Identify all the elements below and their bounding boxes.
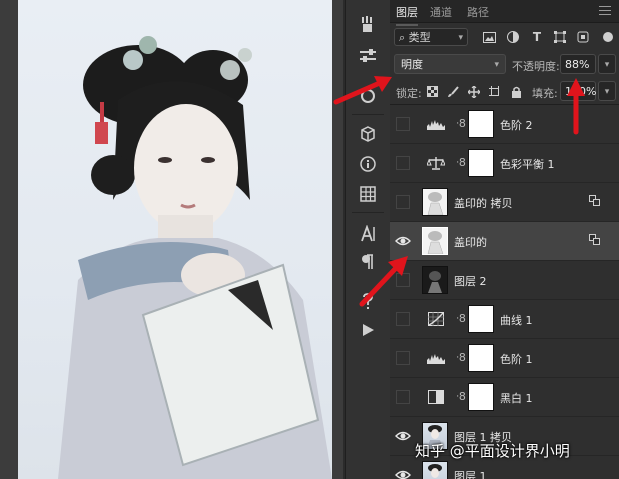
grid-icon[interactable]: [354, 182, 382, 206]
link-icon[interactable]: ᐧ8: [456, 390, 466, 403]
layer-name[interactable]: 曲线 1: [500, 312, 533, 328]
layer-row[interactable]: 图层 2: [390, 261, 619, 300]
smart-object-filter-icon[interactable]: [576, 30, 590, 44]
layer-mask-thumbnail[interactable]: [468, 110, 494, 138]
adjust-sliders-icon[interactable]: [354, 44, 382, 68]
image-filter-icon[interactable]: [482, 30, 496, 44]
chevron-down-icon: ▾: [494, 60, 499, 70]
layer-row[interactable]: ᐧ8 曲线 1: [390, 300, 619, 339]
blend-mode-select[interactable]: 明度 ▾: [394, 54, 506, 74]
visibility-toggle[interactable]: [396, 351, 410, 365]
layer-filter-select[interactable]: ⌕ 类型 ▾: [394, 28, 468, 46]
layer-name[interactable]: 色彩平衡 1: [500, 156, 555, 172]
tool-divider: [352, 212, 384, 213]
layer-name[interactable]: 色阶 2: [500, 117, 533, 133]
tab-paths[interactable]: 路径: [467, 4, 489, 20]
character-icon[interactable]: [354, 222, 382, 246]
filter-toggle-switch[interactable]: [603, 32, 613, 42]
layer-row[interactable]: 盖印的 拷贝: [390, 183, 619, 222]
lock-artboard-icon[interactable]: [488, 85, 501, 98]
blend-mode-value: 明度: [401, 58, 423, 71]
layer-row[interactable]: ᐧ8 色阶 1: [390, 339, 619, 378]
annotation-arrow-icon: [359, 256, 408, 307]
eye-icon[interactable]: [395, 468, 411, 479]
tool-divider: [352, 114, 384, 115]
opacity-dropdown-button[interactable]: ▾: [598, 54, 616, 74]
type-filter-icon[interactable]: T: [530, 30, 544, 44]
visibility-toggle[interactable]: [396, 312, 410, 326]
layer-name[interactable]: 图层 1: [454, 468, 487, 479]
link-icon[interactable]: ᐧ8: [456, 312, 466, 325]
layers-panel: 图层 通道 路径 ⌕ 类型 ▾ T 明度 ▾ 不透明度: 88% ▾ 锁定: 填…: [390, 0, 619, 479]
blend-opacity-row: 明度 ▾ 不透明度: 88% ▾: [390, 52, 619, 76]
smart-object-badge-icon: [589, 195, 601, 207]
brush-history-icon[interactable]: [354, 12, 382, 36]
document-canvas[interactable]: [0, 0, 343, 479]
link-icon[interactable]: ᐧ8: [456, 117, 466, 130]
lock-position-icon[interactable]: [467, 85, 480, 98]
opacity-label: 不透明度:: [512, 60, 560, 73]
color-balance-icon: [426, 155, 446, 171]
lock-paint-icon[interactable]: [446, 85, 459, 98]
fill-label: 填充:: [532, 87, 558, 100]
info-icon[interactable]: [354, 152, 382, 176]
visibility-toggle[interactable]: [396, 156, 410, 170]
layer-thumbnail[interactable]: [422, 227, 448, 255]
layer-name[interactable]: 盖印的 拷贝: [454, 195, 513, 211]
filter-row: ⌕ 类型 ▾ T: [390, 24, 619, 52]
layer-row[interactable]: ᐧ8 色彩平衡 1: [390, 144, 619, 183]
opacity-input[interactable]: 88%: [560, 54, 596, 74]
panel-menu-icon[interactable]: [599, 6, 611, 18]
link-icon[interactable]: ᐧ8: [456, 351, 466, 364]
portrait-illustration: [58, 36, 332, 479]
shape-filter-icon[interactable]: [553, 30, 567, 44]
levels-icon: [426, 116, 446, 132]
play-icon[interactable]: [354, 318, 382, 342]
panel-tabs: 图层 通道 路径: [390, 0, 619, 26]
layer-row[interactable]: ᐧ8 黑白 1: [390, 378, 619, 417]
curves-icon: [426, 311, 446, 327]
layer-name[interactable]: 盖印的: [454, 234, 487, 250]
tab-layers[interactable]: 图层: [396, 4, 418, 26]
annotation-arrow-icon: [333, 76, 392, 105]
adjustment-filter-icon[interactable]: [506, 30, 520, 44]
layer-mask-thumbnail[interactable]: [468, 305, 494, 333]
layer-thumbnail[interactable]: [422, 266, 448, 294]
layer-thumbnail[interactable]: [422, 188, 448, 216]
layers-list: ᐧ8 色阶 2 ᐧ8 色彩平衡 1 盖印的 拷贝 盖印的 图层 2 ᐧ8 曲线 …: [390, 105, 619, 479]
layer-mask-thumbnail[interactable]: [468, 149, 494, 177]
link-icon[interactable]: ᐧ8: [456, 156, 466, 169]
black-white-icon: [426, 389, 446, 405]
watermark-text: 知乎 @平面设计界小明: [415, 442, 570, 460]
annotation-arrow-icon: [567, 78, 585, 135]
layer-name[interactable]: 黑白 1: [500, 390, 533, 406]
layer-name[interactable]: 图层 2: [454, 273, 487, 289]
eye-icon[interactable]: [395, 234, 411, 248]
lock-transparent-icon[interactable]: [426, 85, 439, 98]
visibility-toggle[interactable]: [396, 117, 410, 131]
3d-cube-icon[interactable]: [354, 122, 382, 146]
portrait-photo: [18, 0, 332, 479]
lock-all-icon[interactable]: [510, 85, 523, 98]
smart-object-badge-icon: [589, 234, 601, 246]
levels-icon: [426, 350, 446, 366]
layer-thumbnail[interactable]: [422, 461, 448, 479]
layer-mask-thumbnail[interactable]: [468, 383, 494, 411]
chevron-down-icon: ▾: [458, 33, 463, 43]
eye-icon[interactable]: [395, 429, 411, 443]
tab-channels[interactable]: 通道: [430, 4, 452, 20]
fill-dropdown-button[interactable]: ▾: [598, 81, 616, 101]
layer-mask-thumbnail[interactable]: [468, 344, 494, 372]
search-icon: ⌕: [399, 31, 406, 44]
visibility-toggle[interactable]: [396, 390, 410, 404]
layer-name[interactable]: 色阶 1: [500, 351, 533, 367]
filter-label: 类型: [408, 31, 431, 44]
layer-row[interactable]: 盖印的: [390, 222, 619, 261]
visibility-toggle[interactable]: [396, 195, 410, 209]
